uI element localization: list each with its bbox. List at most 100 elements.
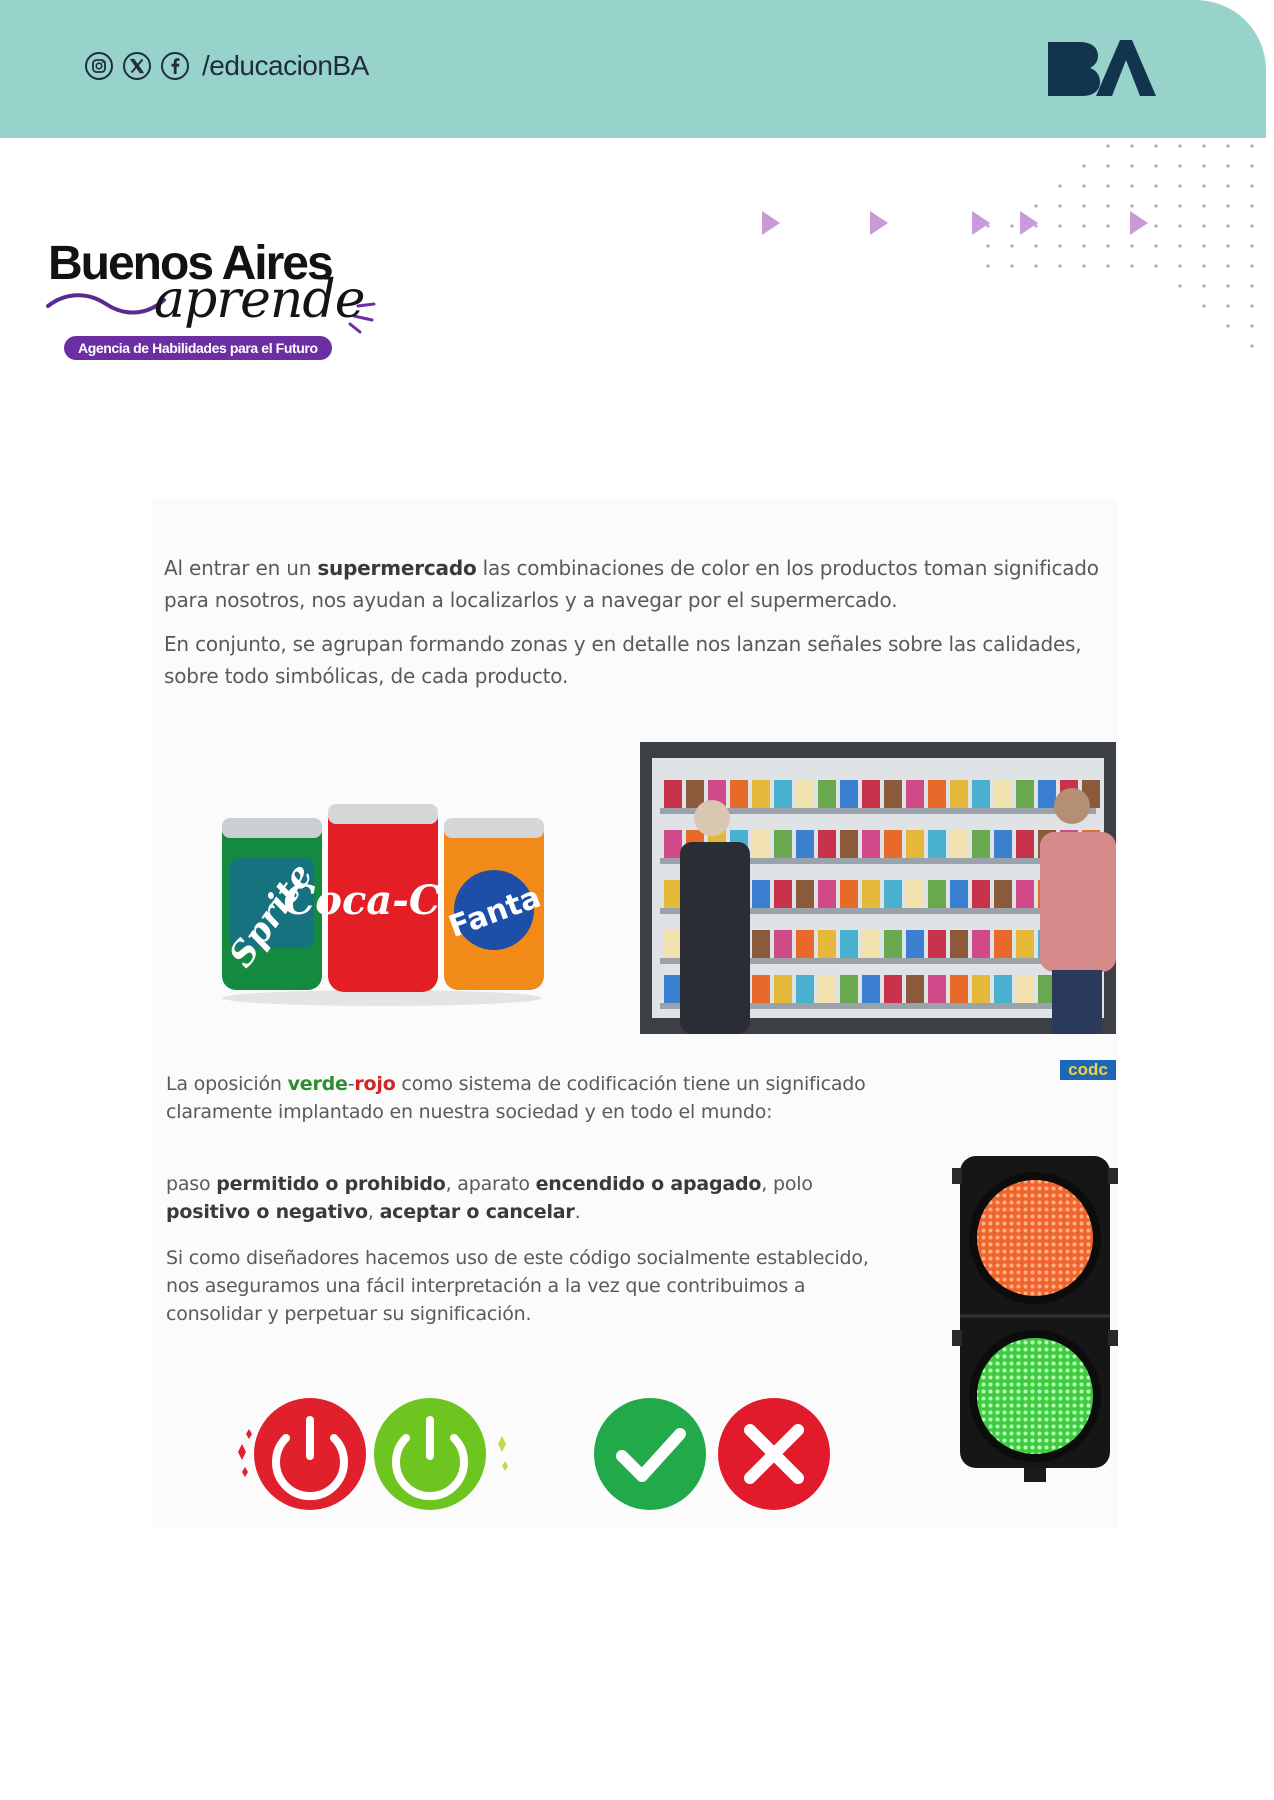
product-box bbox=[774, 930, 792, 958]
decor-dot bbox=[1154, 264, 1158, 268]
decor-dot bbox=[1250, 324, 1254, 328]
product-box bbox=[664, 830, 682, 858]
decor-dot bbox=[1082, 264, 1086, 268]
product-box bbox=[972, 930, 990, 958]
product-box bbox=[774, 975, 792, 1003]
product-box bbox=[818, 780, 836, 808]
decor-dot bbox=[1226, 164, 1230, 168]
decor-dot bbox=[1226, 204, 1230, 208]
cropped-badge: codc bbox=[1060, 1060, 1116, 1080]
product-box bbox=[818, 880, 836, 908]
product-box bbox=[906, 780, 924, 808]
supermarket-photo bbox=[640, 742, 1116, 1034]
decor-dot bbox=[1082, 244, 1086, 248]
product-box bbox=[950, 780, 968, 808]
decor-dot bbox=[1154, 184, 1158, 188]
traffic-light-image bbox=[952, 1156, 1118, 1482]
product-box bbox=[862, 930, 880, 958]
product-box bbox=[752, 975, 770, 1003]
product-box bbox=[972, 780, 990, 808]
product-box bbox=[884, 830, 902, 858]
product-box bbox=[884, 975, 902, 1003]
decor-dot bbox=[1178, 204, 1182, 208]
decor-dot bbox=[1226, 304, 1230, 308]
decor-dot bbox=[1010, 244, 1014, 248]
decor-dot bbox=[1250, 144, 1254, 148]
decor-dot bbox=[986, 244, 990, 248]
product-box bbox=[950, 880, 968, 908]
x-icon[interactable] bbox=[122, 51, 152, 81]
decor-dot bbox=[1202, 304, 1206, 308]
product-box bbox=[928, 830, 946, 858]
product-box bbox=[1038, 780, 1056, 808]
facebook-icon[interactable] bbox=[160, 51, 190, 81]
product-box bbox=[818, 830, 836, 858]
paragraph-supermarket: Al entrar en un supermercado las combina… bbox=[164, 556, 1099, 612]
check-icon bbox=[594, 1398, 706, 1510]
product-box bbox=[796, 780, 814, 808]
decor-dot bbox=[1250, 264, 1254, 268]
product-box bbox=[950, 975, 968, 1003]
decor-dot bbox=[1178, 264, 1182, 268]
decor-dot bbox=[1202, 264, 1206, 268]
decor-dot bbox=[1130, 244, 1134, 248]
header-bar: /educacionBA bbox=[0, 0, 1266, 138]
product-box bbox=[840, 830, 858, 858]
decor-dot bbox=[1202, 244, 1206, 248]
product-box bbox=[884, 930, 902, 958]
product-box bbox=[1016, 780, 1034, 808]
product-box bbox=[796, 930, 814, 958]
slide-image: Al entrar en un supermercado las combina… bbox=[152, 498, 1118, 1528]
decor-dot bbox=[1250, 304, 1254, 308]
product-box bbox=[928, 975, 946, 1003]
product-box bbox=[906, 975, 924, 1003]
brand-tagline: Agencia de Habilidades para el Futuro bbox=[64, 336, 332, 360]
decor-dot bbox=[1106, 264, 1110, 268]
decor-dot bbox=[1226, 144, 1230, 148]
decor-dot bbox=[1154, 164, 1158, 168]
product-box bbox=[928, 780, 946, 808]
product-box bbox=[994, 780, 1012, 808]
decor-dot bbox=[1106, 184, 1110, 188]
product-box bbox=[664, 880, 682, 908]
product-box bbox=[774, 830, 792, 858]
decor-dot bbox=[1106, 164, 1110, 168]
product-box bbox=[774, 780, 792, 808]
social-handle[interactable]: /educacionBA bbox=[202, 50, 369, 82]
instagram-icon[interactable] bbox=[84, 51, 114, 81]
product-box bbox=[950, 830, 968, 858]
product-box bbox=[664, 930, 682, 958]
product-box bbox=[752, 880, 770, 908]
decor-dot bbox=[1226, 284, 1230, 288]
product-box bbox=[840, 930, 858, 958]
product-box bbox=[840, 975, 858, 1003]
product-box bbox=[862, 780, 880, 808]
product-box bbox=[906, 880, 924, 908]
product-box bbox=[664, 780, 682, 808]
dot-pattern bbox=[986, 144, 1254, 348]
paragraph-zones: En conjunto, se agrupan formando zonas y… bbox=[164, 632, 1082, 688]
product-box bbox=[972, 975, 990, 1003]
decor-dot bbox=[986, 264, 990, 268]
social-links: /educacionBA bbox=[84, 50, 369, 82]
product-box bbox=[972, 830, 990, 858]
decor-dot bbox=[1034, 264, 1038, 268]
paragraph-designers: Si como diseñadores hacemos uso de este … bbox=[166, 1247, 869, 1325]
decor-dot bbox=[1130, 264, 1134, 268]
decor-dot bbox=[1226, 244, 1230, 248]
decor-dot bbox=[1082, 184, 1086, 188]
power-off-icon bbox=[238, 1398, 366, 1510]
decor-dot bbox=[1202, 184, 1206, 188]
decor-dot bbox=[1202, 164, 1206, 168]
ba-logo bbox=[1048, 40, 1156, 96]
brand-script: aprende bbox=[154, 270, 365, 330]
decor-dot bbox=[1178, 144, 1182, 148]
decor-dot bbox=[1178, 164, 1182, 168]
decor-dot bbox=[1202, 224, 1206, 228]
product-box bbox=[774, 880, 792, 908]
decor-dot bbox=[1250, 164, 1254, 168]
product-box bbox=[906, 830, 924, 858]
decor-dot bbox=[1034, 244, 1038, 248]
decor-dot bbox=[1226, 264, 1230, 268]
arrow-decoration bbox=[762, 211, 1148, 235]
